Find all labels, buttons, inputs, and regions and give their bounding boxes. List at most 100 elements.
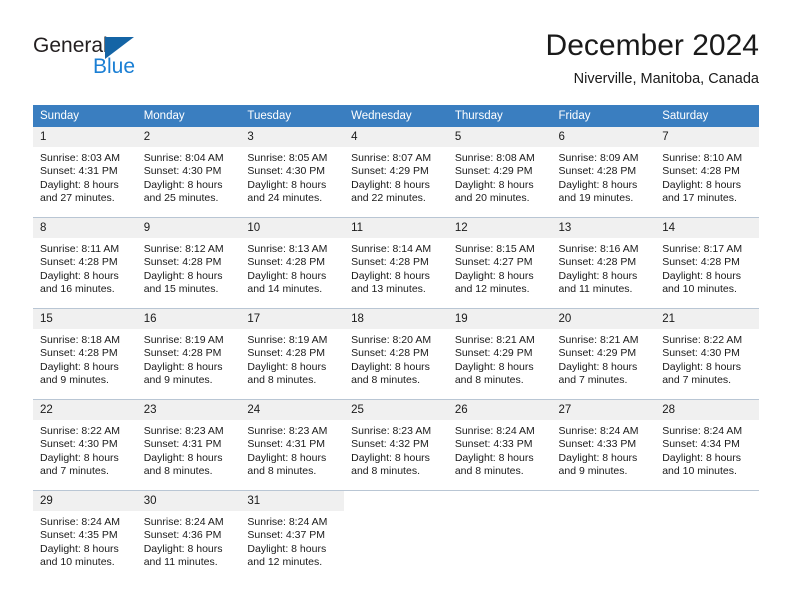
calendar-day-cell[interactable]: 26 Sunrise: 8:24 AM Sunset: 4:33 PM Dayl… [447,399,552,491]
sunset-text: Sunset: 4:30 PM [247,165,326,178]
day-details: Sunrise: 8:14 AM Sunset: 4:28 PM Dayligh… [344,238,448,296]
calendar-week-row: 1 Sunrise: 8:03 AM Sunset: 4:31 PM Dayli… [33,127,759,218]
weekday-header-sunday: Sunday [33,105,137,127]
day-number: 11 [344,218,448,238]
calendar-day-cell[interactable]: 25 Sunrise: 8:23 AM Sunset: 4:32 PM Dayl… [344,399,448,491]
daylight-text-line2: and 25 minutes. [143,191,219,204]
calendar-day-cell[interactable]: 12 Sunrise: 8:15 AM Sunset: 4:27 PM Dayl… [447,217,552,309]
daylight-text-line2: and 10 minutes. [40,555,115,568]
day-number: 6 [551,127,656,147]
calendar-day-cell[interactable]: 7 Sunrise: 8:10 AM Sunset: 4:28 PM Dayli… [655,127,759,218]
sunrise-text: Sunrise: 8:17 AM [662,243,743,255]
calendar-day-cell[interactable]: 13 Sunrise: 8:16 AM Sunset: 4:28 PM Dayl… [551,217,656,309]
sunset-text: Sunset: 4:28 PM [662,165,740,178]
day-details: Sunrise: 8:24 AM Sunset: 4:33 PM Dayligh… [448,420,552,478]
daylight-text-line1: Daylight: 8 hours [454,178,534,191]
sunrise-text: Sunrise: 8:18 AM [40,334,120,346]
page-title: December 2024 [545,29,759,62]
calendar-day-cell[interactable]: 29 Sunrise: 8:24 AM Sunset: 4:35 PM Dayl… [33,490,137,581]
sunrise-text: Sunrise: 8:12 AM [143,243,224,255]
day-number: 3 [240,127,345,147]
daylight-text-line1: Daylight: 8 hours [662,451,742,464]
calendar-day-cell[interactable]: 20 Sunrise: 8:21 AM Sunset: 4:29 PM Dayl… [551,308,656,400]
calendar-day-cell[interactable]: 15 Sunrise: 8:18 AM Sunset: 4:28 PM Dayl… [33,308,137,400]
day-details: Sunrise: 8:03 AM Sunset: 4:31 PM Dayligh… [33,147,137,205]
sunrise-text: Sunrise: 8:07 AM [351,152,432,164]
calendar-day-cell[interactable]: 21 Sunrise: 8:22 AM Sunset: 4:30 PM Dayl… [655,308,759,400]
sunrise-text: Sunrise: 8:09 AM [558,152,639,164]
calendar-day-cell[interactable]: 30 Sunrise: 8:24 AM Sunset: 4:36 PM Dayl… [136,490,241,581]
day-number: 21 [655,309,759,329]
calendar-day-cell[interactable]: 8 Sunrise: 8:11 AM Sunset: 4:28 PM Dayli… [33,217,137,309]
daylight-text-line1: Daylight: 8 hours [40,269,119,282]
calendar-day-cell[interactable]: 2 Sunrise: 8:04 AM Sunset: 4:30 PM Dayli… [136,127,241,218]
day-details: Sunrise: 8:08 AM Sunset: 4:29 PM Dayligh… [448,147,552,205]
calendar-day-cell[interactable]: 22 Sunrise: 8:22 AM Sunset: 4:30 PM Dayl… [33,399,137,491]
calendar-day-cell[interactable]: 16 Sunrise: 8:19 AM Sunset: 4:28 PM Dayl… [136,308,241,400]
sunset-text: Sunset: 4:29 PM [454,165,533,178]
calendar-day-cell[interactable]: 11 Sunrise: 8:14 AM Sunset: 4:28 PM Dayl… [344,217,448,309]
calendar-day-cell[interactable]: 14 Sunrise: 8:17 AM Sunset: 4:28 PM Dayl… [655,217,759,309]
calendar-day-cell[interactable]: 5 Sunrise: 8:08 AM Sunset: 4:29 PM Dayli… [447,127,552,218]
day-number [655,491,759,511]
sunset-text: Sunset: 4:28 PM [40,347,118,360]
daylight-text-line2: and 9 minutes. [143,373,213,386]
day-details: Sunrise: 8:07 AM Sunset: 4:29 PM Dayligh… [344,147,448,205]
day-number: 17 [240,309,345,329]
sunset-text: Sunset: 4:30 PM [40,438,118,451]
day-number: 8 [33,218,137,238]
day-number: 4 [344,127,448,147]
calendar-week-row: 15 Sunrise: 8:18 AM Sunset: 4:28 PM Dayl… [33,308,759,400]
sunrise-text: Sunrise: 8:08 AM [454,152,535,164]
calendar-day-cell[interactable]: 10 Sunrise: 8:13 AM Sunset: 4:28 PM Dayl… [240,217,345,309]
sunset-text: Sunset: 4:28 PM [558,165,637,178]
calendar-day-cell[interactable]: 1 Sunrise: 8:03 AM Sunset: 4:31 PM Dayli… [33,127,137,218]
daylight-text-line2: and 12 minutes. [454,282,530,295]
calendar-day-cell[interactable]: 3 Sunrise: 8:05 AM Sunset: 4:30 PM Dayli… [240,127,345,218]
calendar-day-cell[interactable]: 6 Sunrise: 8:09 AM Sunset: 4:28 PM Dayli… [551,127,656,218]
daylight-text-line1: Daylight: 8 hours [247,451,327,464]
calendar-day-cell[interactable]: 23 Sunrise: 8:23 AM Sunset: 4:31 PM Dayl… [136,399,241,491]
daylight-text-line2: and 20 minutes. [454,191,530,204]
calendar-day-cell[interactable]: 24 Sunrise: 8:23 AM Sunset: 4:31 PM Dayl… [240,399,345,491]
daylight-text-line2: and 13 minutes. [351,282,426,295]
generalblue-logo[interactable]: General Blue [33,34,213,86]
weekday-header-saturday: Saturday [655,105,759,127]
daylight-text-line1: Daylight: 8 hours [143,360,223,373]
calendar-day-cell[interactable]: 18 Sunrise: 8:20 AM Sunset: 4:28 PM Dayl… [344,308,448,400]
sunset-text: Sunset: 4:37 PM [247,529,326,542]
daylight-text-line1: Daylight: 8 hours [40,451,119,464]
weekday-header-thursday: Thursday [447,105,552,127]
sunset-text: Sunset: 4:28 PM [247,256,326,269]
daylight-text-line2: and 8 minutes. [143,464,213,477]
daylight-text-line2: and 27 minutes. [40,191,115,204]
calendar-day-cell[interactable]: 4 Sunrise: 8:07 AM Sunset: 4:29 PM Dayli… [344,127,448,218]
day-details: Sunrise: 8:22 AM Sunset: 4:30 PM Dayligh… [655,329,759,387]
daylight-text-line2: and 16 minutes. [40,282,115,295]
calendar-day-cell[interactable]: 17 Sunrise: 8:19 AM Sunset: 4:28 PM Dayl… [240,308,345,400]
day-details: Sunrise: 8:04 AM Sunset: 4:30 PM Dayligh… [137,147,241,205]
day-number: 16 [136,309,241,329]
day-number [344,491,448,511]
sunrise-text: Sunrise: 8:21 AM [454,334,535,346]
sunrise-text: Sunrise: 8:21 AM [558,334,639,346]
day-details: Sunrise: 8:24 AM Sunset: 4:35 PM Dayligh… [33,511,137,569]
sunset-text: Sunset: 4:35 PM [40,529,118,542]
weekday-header-wednesday: Wednesday [344,105,448,127]
daylight-text-line1: Daylight: 8 hours [558,360,638,373]
calendar-day-cell[interactable]: 31 Sunrise: 8:24 AM Sunset: 4:37 PM Dayl… [240,490,345,581]
daylight-text-line2: and 8 minutes. [247,464,317,477]
day-number: 19 [447,309,552,329]
sunset-text: Sunset: 4:27 PM [454,256,533,269]
calendar-day-cell[interactable]: 9 Sunrise: 8:12 AM Sunset: 4:28 PM Dayli… [136,217,241,309]
sunset-text: Sunset: 4:33 PM [558,438,637,451]
calendar-day-cell[interactable]: 27 Sunrise: 8:24 AM Sunset: 4:33 PM Dayl… [551,399,656,491]
calendar-week-row: 8 Sunrise: 8:11 AM Sunset: 4:28 PM Dayli… [33,217,759,309]
calendar-day-cell-empty [655,490,759,581]
day-details: Sunrise: 8:10 AM Sunset: 4:28 PM Dayligh… [655,147,759,205]
daylight-text-line2: and 8 minutes. [351,373,420,386]
daylight-text-line1: Daylight: 8 hours [351,178,430,191]
daylight-text-line1: Daylight: 8 hours [143,178,223,191]
calendar-day-cell[interactable]: 28 Sunrise: 8:24 AM Sunset: 4:34 PM Dayl… [655,399,759,491]
calendar-day-cell[interactable]: 19 Sunrise: 8:21 AM Sunset: 4:29 PM Dayl… [447,308,552,400]
